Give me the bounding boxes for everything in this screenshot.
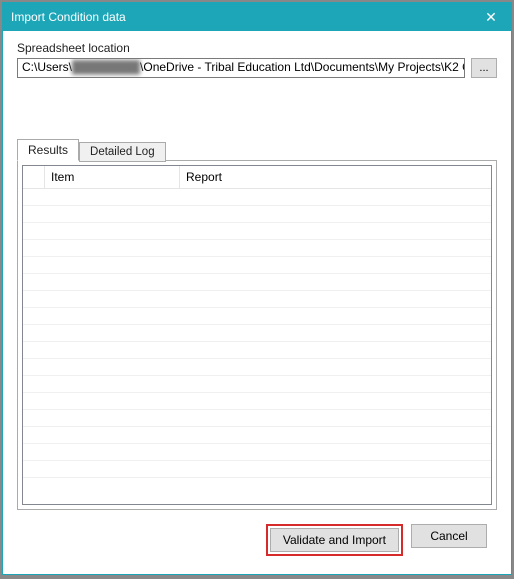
titlebar: Import Condition data ✕ bbox=[3, 3, 511, 31]
grid-row bbox=[23, 189, 491, 206]
primary-action-highlight: Validate and Import bbox=[266, 524, 403, 556]
cancel-button[interactable]: Cancel bbox=[411, 524, 487, 548]
grid-row bbox=[23, 274, 491, 291]
location-label: Spreadsheet location bbox=[17, 41, 497, 55]
grid-row bbox=[23, 393, 491, 410]
path-redacted: ████████ bbox=[72, 60, 140, 74]
dialog-content: Spreadsheet location C:\Users\████████\O… bbox=[3, 31, 511, 574]
tab-panel-results: Item Report bbox=[17, 160, 497, 510]
close-button[interactable]: ✕ bbox=[471, 3, 511, 31]
grid-row bbox=[23, 257, 491, 274]
grid-row bbox=[23, 206, 491, 223]
grid-row bbox=[23, 291, 491, 308]
grid-body bbox=[23, 189, 491, 504]
close-icon: ✕ bbox=[485, 9, 497, 26]
grid-row bbox=[23, 376, 491, 393]
grid-row bbox=[23, 444, 491, 461]
location-input[interactable]: C:\Users\████████\OneDrive - Tribal Educ… bbox=[17, 58, 465, 78]
grid-row bbox=[23, 325, 491, 342]
grid-header: Item Report bbox=[23, 166, 491, 189]
window-title: Import Condition data bbox=[11, 10, 471, 24]
tab-detailed-log[interactable]: Detailed Log bbox=[79, 142, 166, 162]
grid-row bbox=[23, 342, 491, 359]
col-indicator bbox=[23, 166, 45, 188]
dialog-footer: Validate and Import Cancel bbox=[17, 510, 497, 566]
grid-row bbox=[23, 427, 491, 444]
tab-results[interactable]: Results bbox=[17, 139, 79, 161]
grid-row bbox=[23, 240, 491, 257]
grid-row bbox=[23, 359, 491, 376]
tabstrip: Results Detailed Log bbox=[17, 138, 497, 160]
grid-row bbox=[23, 410, 491, 427]
path-suffix: \OneDrive - Tribal Education Ltd\Documen… bbox=[140, 60, 465, 74]
col-item-header[interactable]: Item bbox=[45, 166, 180, 188]
results-grid: Item Report bbox=[22, 165, 492, 505]
path-prefix: C:\Users\ bbox=[22, 60, 72, 74]
validate-import-button[interactable]: Validate and Import bbox=[270, 528, 399, 552]
grid-row bbox=[23, 461, 491, 478]
col-report-header[interactable]: Report bbox=[180, 166, 491, 188]
dialog-window: Import Condition data ✕ Spreadsheet loca… bbox=[2, 2, 512, 575]
browse-button[interactable]: ... bbox=[471, 58, 497, 78]
location-row: C:\Users\████████\OneDrive - Tribal Educ… bbox=[17, 58, 497, 78]
grid-row bbox=[23, 223, 491, 240]
grid-row bbox=[23, 308, 491, 325]
